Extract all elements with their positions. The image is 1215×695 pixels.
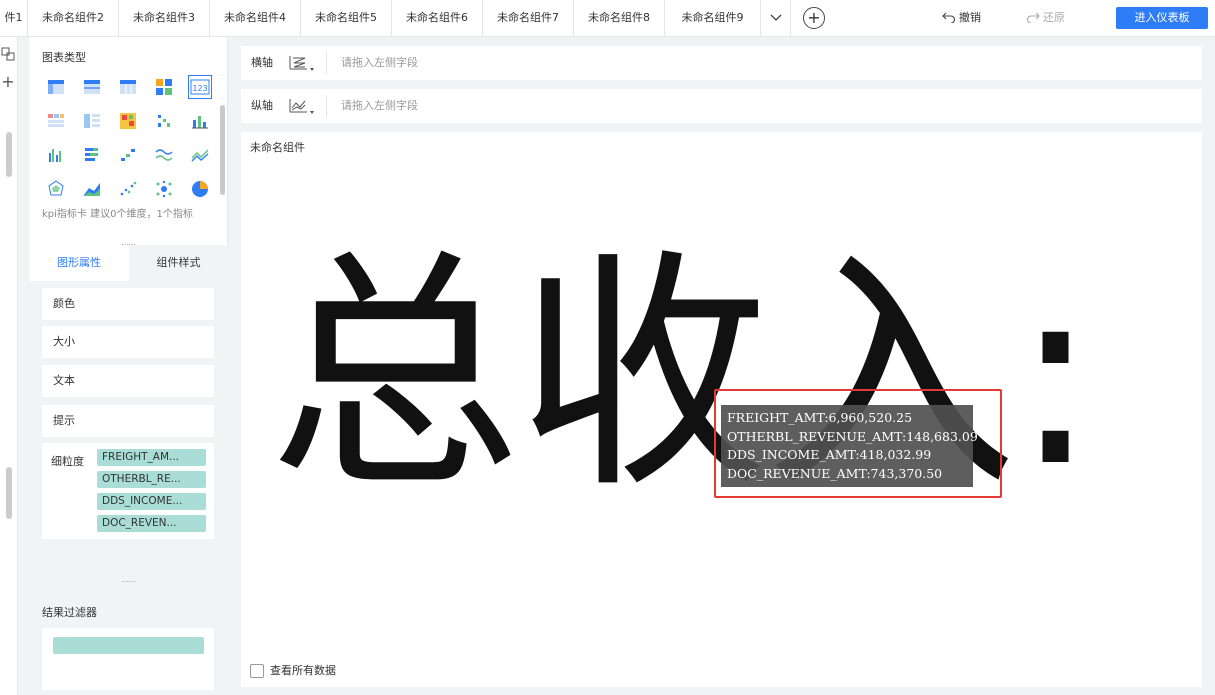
summary-table-icon[interactable]	[82, 111, 102, 131]
color-property[interactable]: 颜色	[42, 288, 214, 320]
granularity-label: 细粒度	[51, 455, 84, 468]
text-property[interactable]: 文本	[42, 365, 214, 397]
copy-component-icon[interactable]	[1, 47, 15, 61]
field-pill-freight[interactable]: FREIGHT_AM...	[97, 449, 206, 466]
tab-component-9[interactable]: 未命名组件9	[665, 0, 761, 36]
kpi-card-option[interactable]: 123	[188, 75, 212, 99]
edge-scrollbar-top[interactable]	[6, 132, 12, 177]
add-component-button[interactable]: +	[803, 7, 825, 29]
x-axis-type-selector[interactable]	[289, 55, 314, 71]
grouped-table-icon[interactable]	[82, 77, 102, 97]
redo-label: 还原	[1043, 11, 1065, 24]
tooltip-line-dds-income: DDS_INCOME_AMT:418,032.99	[727, 447, 932, 462]
heatmap-icon[interactable]	[118, 111, 138, 131]
pie-chart-icon[interactable]	[190, 179, 210, 199]
area-chart-icon[interactable]	[190, 145, 210, 165]
tooltip-line-otherbl: OTHERBL_REVENUE_AMT:148,683.09	[727, 428, 978, 444]
column-chart-icon[interactable]	[46, 145, 66, 165]
step-chart-icon[interactable]	[118, 145, 138, 165]
redo-button[interactable]: 还原	[1026, 0, 1065, 36]
field-pill-otherbl[interactable]: OTHERBL_RE...	[97, 471, 206, 488]
colored-table-icon[interactable]	[46, 111, 66, 131]
left-edge-toolbar: +	[0, 37, 18, 695]
y-axis-dropzone[interactable]: 请拖入左侧字段	[341, 89, 418, 123]
tab-component-1[interactable]: 件1	[0, 0, 28, 36]
view-all-checkbox[interactable]	[250, 664, 264, 678]
data-tooltip: FREIGHT_AMT:6,960,520.25 OTHERBL_REVENUE…	[721, 405, 978, 487]
x-axis-row: 横轴 请拖入左侧字段	[241, 46, 1202, 80]
tab-component-style[interactable]: 组件样式	[129, 245, 228, 281]
bar-chart-icon[interactable]	[190, 111, 210, 131]
y-axis-separator	[326, 95, 327, 117]
detail-table-icon[interactable]	[118, 77, 138, 97]
tab-graph-properties[interactable]: 图形属性	[29, 245, 129, 281]
y-axis-row: 纵轴 请拖入左侧字段	[241, 89, 1202, 123]
result-filter-section: 结果过滤器	[29, 585, 228, 695]
field-pill-doc-revenue[interactable]: DOC_REVEN...	[97, 515, 206, 532]
tab-component-3[interactable]: 未命名组件3	[119, 0, 210, 36]
chart-type-hint: kpi指标卡 建议0个维度，1个指标	[42, 209, 193, 220]
cross-table-icon[interactable]	[154, 77, 174, 97]
undo-button[interactable]: 撤销	[942, 0, 981, 36]
tab-component-5[interactable]: 未命名组件5	[301, 0, 392, 36]
tab-component-2[interactable]: 未命名组件2	[28, 0, 119, 36]
undo-icon	[942, 12, 956, 24]
chevron-down-icon	[770, 14, 782, 21]
field-pill-dds-income[interactable]: DDS_INCOME...	[97, 493, 206, 510]
x-axis-separator	[326, 52, 327, 74]
line-axis-icon	[289, 99, 314, 114]
y-axis-label: 纵轴	[251, 99, 273, 112]
enter-dashboard-button[interactable]: 进入仪表板	[1116, 7, 1208, 29]
graph-properties-list: 颜色 大小 文本 提示 细粒度 FREIGHT_AM... OTHERBL_RE…	[29, 281, 228, 586]
component-tab-bar: 件1 未命名组件2 未命名组件3 未命名组件4 未命名组件5 未命名组件6 未命…	[0, 0, 1215, 37]
radar-chart-icon[interactable]	[46, 179, 66, 199]
table-chart-icon[interactable]	[46, 77, 66, 97]
chart-types-scrollbar[interactable]	[220, 105, 225, 195]
result-filter-dropzone[interactable]	[42, 628, 214, 690]
tab-component-6[interactable]: 未命名组件6	[392, 0, 483, 36]
redo-icon	[1026, 12, 1040, 24]
stacked-area-icon[interactable]	[82, 179, 102, 199]
y-axis-type-selector[interactable]	[289, 98, 314, 114]
chart-types-title: 图表类型	[42, 51, 86, 64]
property-tabs: 图形属性 组件样式	[29, 245, 228, 281]
view-all-label: 查看所有数据	[270, 664, 336, 677]
axis-type-icon	[289, 56, 314, 71]
component-title: 未命名组件	[250, 141, 305, 154]
tooltip-property[interactable]: 提示	[42, 405, 214, 437]
tab-component-7[interactable]: 未命名组件7	[483, 0, 574, 36]
kpi-card-icon: 123	[190, 79, 210, 95]
filter-field-pill[interactable]	[53, 637, 204, 654]
x-axis-dropzone[interactable]: 请拖入左侧字段	[341, 46, 418, 80]
result-filter-title: 结果过滤器	[42, 606, 97, 619]
chart-canvas: 未命名组件 总收入: FREIGHT_AMT:6,960,520.25 OTHE…	[241, 132, 1202, 687]
scatter-chart-icon[interactable]	[118, 179, 138, 199]
granularity-property: 细粒度 FREIGHT_AM... OTHERBL_RE... DDS_INCO…	[42, 443, 214, 539]
chart-config-panel: 图表类型 123 kpi指标卡 建议0个维度，1个指标 ⋯⋯ 图形属性 组件样式…	[29, 37, 228, 695]
scatter-bar-icon[interactable]	[154, 111, 174, 131]
line-chart-icon[interactable]	[154, 145, 174, 165]
force-graph-icon[interactable]	[154, 179, 174, 199]
add-icon[interactable]: +	[1, 74, 15, 90]
undo-label: 撤销	[959, 11, 981, 24]
stacked-bar-icon[interactable]	[82, 145, 102, 165]
edge-scrollbar-bottom[interactable]	[6, 467, 12, 519]
tooltip-line-doc-revenue: DOC_REVENUE_AMT:743,370.50	[727, 465, 943, 481]
tab-component-4[interactable]: 未命名组件4	[210, 0, 301, 36]
tooltip-line-freight: FREIGHT_AMT:6,960,520.25	[727, 410, 913, 425]
more-tabs-button[interactable]	[761, 0, 791, 36]
plus-circle-icon: +	[807, 8, 821, 27]
x-axis-label: 横轴	[251, 56, 273, 69]
tab-component-8[interactable]: 未命名组件8	[574, 0, 665, 36]
svg-text:123: 123	[192, 84, 207, 93]
size-property[interactable]: 大小	[42, 326, 214, 358]
